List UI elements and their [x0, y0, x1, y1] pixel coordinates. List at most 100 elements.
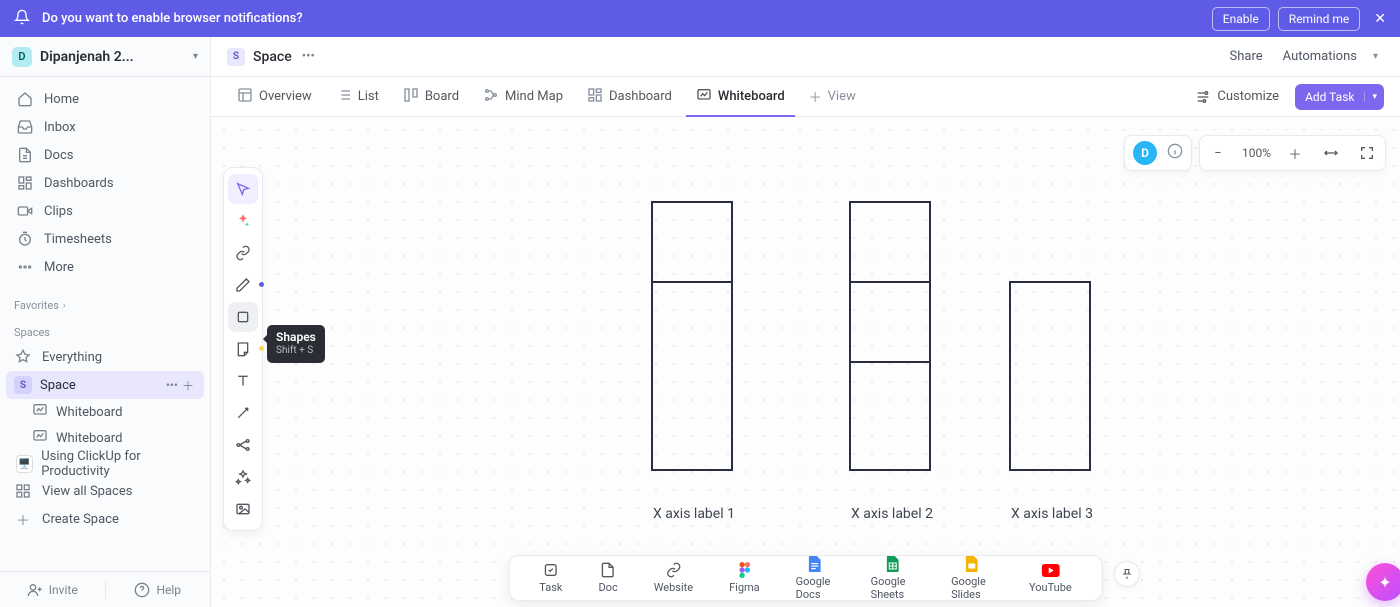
insert-task[interactable]: Task — [521, 562, 580, 594]
fit-width-button[interactable] — [1313, 145, 1349, 161]
close-icon[interactable]: ✕ — [1374, 11, 1386, 27]
nav-label: Dashboards — [44, 176, 114, 191]
insert-website[interactable]: Website — [636, 562, 711, 594]
nav-clips[interactable]: Clips — [6, 197, 204, 225]
nav-dashboards[interactable]: Dashboards — [6, 169, 204, 197]
x-label-3[interactable]: X axis label 3 — [1011, 506, 1093, 522]
sidebar-item-view-all[interactable]: View all Spaces — [6, 477, 204, 505]
chevron-down-icon[interactable]: ▾ — [1364, 92, 1384, 102]
zoom-in-button[interactable]: ＋ — [1277, 144, 1313, 163]
workspace-name: Dipanjenah 2... — [40, 49, 187, 65]
customize-button[interactable]: Customize — [1195, 89, 1279, 105]
everything-icon — [14, 349, 32, 365]
chevron-down-icon[interactable]: ▾ — [1367, 51, 1384, 62]
gslides-icon — [966, 556, 978, 572]
tree-label: Whiteboard — [56, 431, 122, 446]
tab-whiteboard[interactable]: Whiteboard — [686, 77, 795, 117]
inbox-icon — [16, 119, 34, 135]
dots-icon[interactable]: ••• — [302, 49, 315, 64]
chevron-right-icon: › — [63, 301, 66, 311]
pen-tool[interactable] — [228, 270, 258, 300]
zoom-level[interactable]: 100% — [1236, 146, 1277, 160]
nav-label: Docs — [44, 148, 73, 163]
enable-button[interactable]: Enable — [1212, 7, 1270, 31]
tree-whiteboard-1[interactable]: Whiteboard — [6, 399, 204, 425]
task-icon — [543, 562, 559, 578]
sticky-tool[interactable] — [228, 334, 258, 364]
tab-overview[interactable]: Overview — [227, 77, 322, 117]
workspace-switcher[interactable]: D Dipanjenah 2... ▾ — [0, 37, 210, 77]
tab-dashboard[interactable]: Dashboard — [577, 77, 682, 117]
invite-button[interactable]: Invite — [0, 582, 105, 598]
tooltip-shortcut: Shift + S — [276, 345, 316, 358]
plus-icon: ＋ — [809, 87, 822, 106]
nav-inbox[interactable]: Inbox — [6, 113, 204, 141]
ai-tool[interactable] — [228, 206, 258, 236]
breadcrumb-title[interactable]: Space — [253, 49, 292, 65]
tab-add-view[interactable]: ＋View — [799, 77, 866, 117]
select-tool[interactable] — [228, 174, 258, 204]
sidebar-item-everything[interactable]: Everything — [6, 343, 204, 371]
space-badge: S — [14, 376, 32, 394]
x-label-2[interactable]: X axis label 2 — [851, 506, 933, 522]
sidebar-item-space[interactable]: S Space ••• ＋ — [6, 371, 204, 399]
tab-list[interactable]: List — [326, 77, 389, 117]
sidebar-item-productivity[interactable]: 🖥️Using ClickUp for Productivity — [6, 451, 204, 477]
presence-pill: D — [1124, 135, 1192, 171]
help-button[interactable]: Help — [106, 582, 211, 598]
more-icon — [16, 259, 34, 275]
nav-home[interactable]: Home — [6, 85, 204, 113]
insert-doc[interactable]: Doc — [580, 562, 635, 594]
nav-docs[interactable]: Docs — [6, 141, 204, 169]
tooltip-title: Shapes — [276, 330, 316, 345]
list-icon — [336, 87, 352, 107]
relation-tool[interactable] — [228, 430, 258, 460]
workspace-badge: D — [12, 47, 32, 67]
clock-icon — [16, 231, 34, 247]
board-icon — [403, 87, 419, 107]
dots-icon[interactable]: ••• — [164, 378, 180, 392]
tree-whiteboard-2[interactable]: Whiteboard — [6, 425, 204, 451]
insert-gsheets[interactable]: Google Sheets — [853, 556, 933, 601]
insert-youtube[interactable]: YouTube — [1011, 562, 1090, 594]
favorites-section[interactable]: Favorites› — [0, 289, 210, 316]
mindmap-icon — [483, 87, 499, 107]
tab-mindmap[interactable]: Mind Map — [473, 77, 573, 117]
image-tool[interactable] — [228, 494, 258, 524]
doc-icon — [600, 562, 616, 578]
zoom-controls: − 100% ＋ — [1199, 135, 1386, 171]
link-tool[interactable] — [228, 238, 258, 268]
topbar: S Space ••• Share Automations ▾ — [211, 37, 1400, 77]
ai-fab[interactable]: ✦ — [1366, 563, 1400, 601]
spaces-section: Spaces — [0, 316, 210, 343]
notification-message: Do you want to enable browser notificati… — [42, 11, 1204, 26]
share-button[interactable]: Share — [1220, 43, 1273, 70]
insert-gdocs[interactable]: Google Docs — [778, 556, 853, 601]
fullscreen-button[interactable] — [1349, 145, 1385, 161]
x-label-1[interactable]: X axis label 1 — [653, 506, 735, 522]
nav-more[interactable]: More — [6, 253, 204, 281]
insert-gslides[interactable]: Google Slides — [933, 556, 1011, 601]
avatar[interactable]: D — [1133, 141, 1157, 165]
nav-label: Clips — [44, 204, 73, 219]
magic-tool[interactable] — [228, 462, 258, 492]
connector-tool[interactable] — [228, 398, 258, 428]
automations-button[interactable]: Automations — [1273, 43, 1367, 70]
nav-label: More — [44, 260, 74, 275]
info-icon[interactable] — [1167, 143, 1183, 163]
remind-me-button[interactable]: Remind me — [1278, 7, 1360, 31]
sidebar-item-create-space[interactable]: ＋Create Space — [6, 505, 204, 533]
tab-board[interactable]: Board — [393, 77, 469, 117]
nav-label: Timesheets — [44, 232, 112, 247]
add-task-button[interactable]: Add Task▾ — [1295, 84, 1384, 110]
whiteboard-canvas[interactable]: Shapes Shift + S D − 100% ＋ — [211, 117, 1400, 607]
figma-icon — [738, 562, 750, 578]
text-tool[interactable] — [228, 366, 258, 396]
pin-button[interactable] — [1114, 561, 1140, 587]
zoom-out-button[interactable]: − — [1200, 146, 1236, 161]
insert-figma[interactable]: Figma — [711, 562, 778, 594]
nav-label: Everything — [42, 350, 102, 365]
nav-timesheets[interactable]: Timesheets — [6, 225, 204, 253]
shapes-tool[interactable] — [228, 302, 258, 332]
plus-icon[interactable]: ＋ — [180, 377, 196, 394]
